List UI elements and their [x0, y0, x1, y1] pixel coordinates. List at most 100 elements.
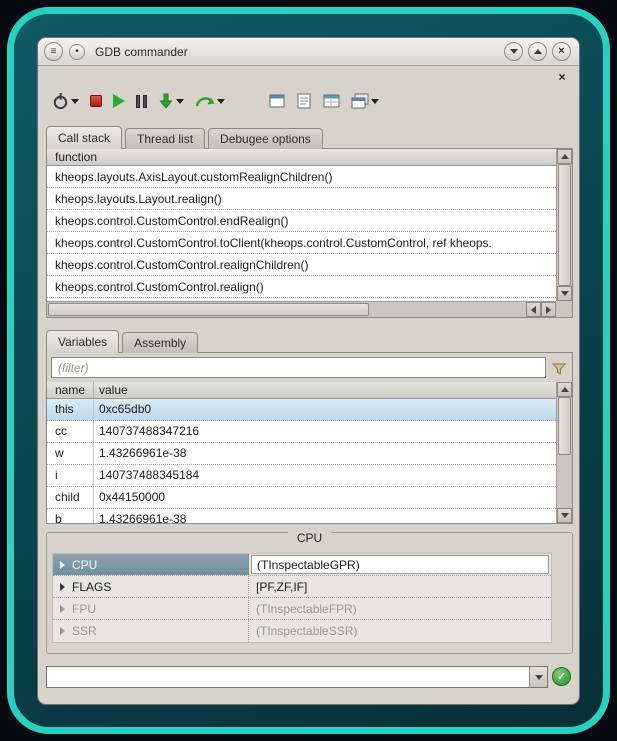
variable-row[interactable]: child 0x44150000: [47, 487, 556, 509]
tab-variables[interactable]: Variables: [46, 330, 119, 353]
variables-table: name value this 0xc65db0 cc 140737488347…: [47, 382, 556, 523]
filter-row: [47, 353, 572, 382]
maximize-button[interactable]: [528, 42, 547, 61]
variable-row[interactable]: this 0xc65db0: [47, 399, 556, 421]
callstack-row[interactable]: kheops.layouts.AxisLayout.customRealignC…: [47, 166, 556, 188]
variable-row[interactable]: b 1.43266961e-38: [47, 509, 556, 523]
filter-input[interactable]: [51, 357, 546, 378]
scrollbar-corner: [556, 301, 572, 317]
column-header-value[interactable]: value: [94, 382, 556, 398]
cpu-groupbox: CPU CPU (TInspectableGPR) FLAGS: [46, 532, 573, 654]
triangle-up-icon: [561, 154, 569, 159]
expand-arrow-icon[interactable]: [60, 561, 65, 569]
step-over-button[interactable]: [193, 92, 227, 111]
power-icon: [52, 93, 69, 110]
callstack-row[interactable]: kheops.control.CustomControl.endRealign(…: [47, 210, 556, 232]
tab-call-stack[interactable]: Call stack: [46, 126, 122, 149]
window-title: GDB commander: [95, 45, 188, 59]
debug-tabs: Call stack Thread list Debugee options: [46, 126, 326, 149]
variable-name: child: [47, 487, 94, 508]
cpu-groupbox-title: CPU: [288, 531, 331, 545]
command-input[interactable]: [47, 667, 529, 687]
triangle-right-icon: [546, 306, 551, 314]
cpu-register-row[interactable]: CPU (TInspectableGPR): [53, 554, 551, 576]
callstack-row[interactable]: kheops.control.CustomControl.toClient(kh…: [47, 232, 556, 254]
expand-arrow-icon[interactable]: [60, 583, 65, 591]
window-menu-button[interactable]: ≡: [44, 42, 63, 61]
callstack-vertical-scrollbar[interactable]: [556, 149, 572, 301]
callstack-horizontal-scrollbar[interactable]: [47, 301, 556, 317]
debug-toolbar: [50, 86, 569, 116]
command-row: ✓: [46, 666, 571, 688]
scrollbar-thumb[interactable]: [558, 164, 571, 286]
desktop-frame: ≡ • GDB commander × ×: [7, 7, 610, 734]
scrollbar-thumb[interactable]: [48, 303, 369, 316]
close-icon: ×: [558, 46, 564, 57]
pause-button[interactable]: [134, 93, 149, 110]
power-button[interactable]: [50, 91, 81, 112]
titlebar[interactable]: ≡ • GDB commander ×: [38, 38, 579, 66]
variable-value: 140737488347216: [94, 421, 556, 442]
command-combobox[interactable]: [46, 666, 548, 688]
chevron-down-icon: [176, 99, 184, 104]
scrollbar-thumb[interactable]: [558, 397, 571, 455]
sticky-button[interactable]: •: [69, 44, 85, 60]
variable-name: i: [47, 465, 94, 486]
variable-name: cc: [47, 421, 94, 442]
variable-row[interactable]: cc 140737488347216: [47, 421, 556, 443]
scroll-up-button[interactable]: [557, 382, 572, 397]
tab-assembly[interactable]: Assembly: [122, 332, 198, 353]
show-source-button[interactable]: [294, 91, 314, 111]
variable-value: 140737488345184: [94, 465, 556, 486]
variables-vertical-scrollbar[interactable]: [556, 382, 572, 523]
chevron-up-icon: [534, 49, 542, 54]
scroll-right-button[interactable]: [541, 302, 556, 317]
expand-arrow-icon[interactable]: [60, 627, 65, 635]
column-header-name[interactable]: name: [47, 382, 94, 398]
chevron-down-icon: [217, 99, 225, 104]
callstack-row[interactable]: kheops.control.CustomControl.realignChil…: [47, 254, 556, 276]
scroll-up-button[interactable]: [557, 149, 572, 164]
close-button[interactable]: ×: [552, 42, 571, 61]
cpu-register-row[interactable]: SSR (TInspectableSSR): [53, 620, 551, 642]
tab-thread-list[interactable]: Thread list: [125, 128, 205, 149]
variable-row[interactable]: i 140737488345184: [47, 465, 556, 487]
run-button[interactable]: [111, 92, 127, 110]
triangle-up-icon: [561, 387, 569, 392]
form-window-icon: [269, 93, 285, 109]
filter-apply-button[interactable]: [550, 359, 568, 377]
variable-value: 1.43266961e-38: [94, 443, 556, 464]
cpu-register-row[interactable]: FPU (TInspectableFPR): [53, 598, 551, 620]
stop-button[interactable]: [88, 93, 104, 109]
variable-row[interactable]: w 1.43266961e-38: [47, 443, 556, 465]
callstack-row[interactable]: kheops.layouts.Layout.realign(): [47, 188, 556, 210]
register-group-name: CPU: [72, 558, 97, 572]
watch-window-button[interactable]: [321, 91, 342, 111]
register-value: [PF,ZF,IF]: [251, 580, 307, 594]
scroll-left-button[interactable]: [526, 302, 541, 317]
sticky-icon: •: [75, 46, 79, 57]
register-group-name: FPU: [72, 602, 96, 616]
dock-close-button[interactable]: ×: [555, 70, 569, 84]
app-icon: ≡: [51, 46, 57, 57]
show-form-button[interactable]: [267, 91, 287, 111]
execute-button[interactable]: ✓: [552, 667, 571, 686]
variables-panel: name value this 0xc65db0 cc 140737488347…: [46, 352, 573, 524]
inspect-tabs: Variables Assembly: [46, 330, 201, 353]
scroll-down-button[interactable]: [557, 508, 572, 523]
scroll-down-button[interactable]: [557, 286, 572, 301]
register-value-edit[interactable]: (TInspectableGPR): [251, 555, 549, 574]
cpu-register-row[interactable]: FLAGS [PF,ZF,IF]: [53, 576, 551, 598]
variable-name: this: [47, 399, 94, 420]
callstack-row[interactable]: kheops.control.CustomControl.realign(): [47, 276, 556, 298]
debug-windows-button[interactable]: [349, 91, 381, 111]
minimize-button[interactable]: [504, 42, 523, 61]
callstack-column-header[interactable]: function: [47, 149, 556, 166]
triangle-down-icon: [561, 513, 569, 518]
tab-debugee-options[interactable]: Debugee options: [208, 128, 323, 149]
expand-arrow-icon[interactable]: [60, 605, 65, 613]
call-stack-panel: function kheops.layouts.AxisLayout.custo…: [46, 148, 573, 318]
combo-dropdown-button[interactable]: [529, 667, 547, 687]
variable-value: 0x44150000: [94, 487, 556, 508]
step-into-button[interactable]: [156, 91, 186, 111]
